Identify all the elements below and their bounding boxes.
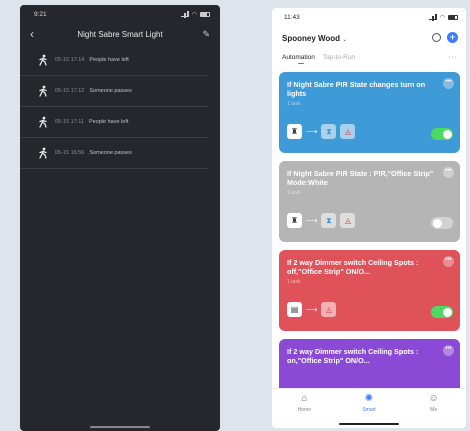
log-row: 05-15 17:11 People have left xyxy=(20,107,208,138)
signal-icon xyxy=(180,10,189,17)
nav-me[interactable]: ☺ Me xyxy=(414,393,454,413)
log-row: 05-15 17:12 Someone passes xyxy=(20,76,208,107)
log-event: Someone passes xyxy=(89,150,132,156)
status-time: 11:43 xyxy=(284,13,300,21)
log-row: 05-15 17:14 People have left xyxy=(20,45,208,76)
nav-bar: ‹ Night Sabre Smart Light ✎ xyxy=(20,23,220,45)
arrow-right-icon: ⟶ xyxy=(306,216,318,225)
scene-tabs: Automation Tap-to-Run ··· xyxy=(272,48,466,64)
automation-task-count: 1 task xyxy=(287,190,301,196)
switch-device-icon: ▤ xyxy=(287,302,302,317)
signal-icon xyxy=(428,13,437,20)
log-time: 05-15 17:12 xyxy=(55,88,85,94)
more-options-icon[interactable]: ••• xyxy=(443,345,454,356)
hourglass-icon: ⧗ xyxy=(321,213,337,228)
log-row: 05-15 16:56 Someone passes xyxy=(20,138,208,169)
log-time: 05-15 16:56 xyxy=(55,150,85,156)
automation-list: If Night Sabre PIR State changes turn on… xyxy=(272,64,466,420)
more-icon[interactable]: ··· xyxy=(448,54,458,61)
event-log-list: 05-15 17:14 People have left 05-15 17:12… xyxy=(20,45,220,169)
device-log-screen: 9:21 ◠ ‹ Night Sabre Smart Light ✎ 05-15… xyxy=(20,5,220,431)
home-indicator[interactable] xyxy=(90,426,150,428)
active-tab-indicator xyxy=(298,62,304,64)
status-bar: 11:43 ◠ xyxy=(272,8,466,26)
automation-screen: 11:43 ◠ Spooney Wood ⌄ + Automation Tap-t… xyxy=(272,8,466,428)
more-options-icon[interactable]: ••• xyxy=(443,78,454,89)
edit-icon[interactable]: ✎ xyxy=(196,29,210,40)
back-arrow-icon[interactable]: ‹ xyxy=(30,27,44,41)
nav-label: Me xyxy=(430,407,438,413)
gear-icon[interactable] xyxy=(432,32,441,42)
status-icons: ◠ xyxy=(428,13,458,21)
automation-title: If 2 way Dimmer switch Ceiling Spots : o… xyxy=(287,347,419,365)
light-device-icon: ◬ xyxy=(340,124,356,139)
home-indicator[interactable] xyxy=(339,423,399,425)
automation-flow: ♜ ⟶ ⧗ ◬ xyxy=(287,124,356,139)
automation-flow: ▤ ⟶ ◬ xyxy=(287,302,337,317)
nav-home[interactable]: ⌂ Home xyxy=(284,393,324,413)
person-walking-icon xyxy=(39,147,47,159)
status-icons: ◠ xyxy=(180,10,210,18)
automation-title: If Night Sabre PIR State : PIR,"Office S… xyxy=(287,169,434,187)
arrow-right-icon: ⟶ xyxy=(306,127,318,136)
hourglass-icon: ⧗ xyxy=(321,124,337,139)
home-name: Spooney Wood xyxy=(282,34,341,43)
wifi-icon: ◠ xyxy=(439,14,445,21)
add-button[interactable]: + xyxy=(447,31,458,43)
automation-flow: ♜ ⟶ ⧗ ◬ xyxy=(287,213,356,228)
person-walking-icon xyxy=(39,85,47,97)
automation-task-count: 1 task xyxy=(287,279,301,285)
home-icon: ⌂ xyxy=(301,393,308,404)
arrow-right-icon: ⟶ xyxy=(306,305,318,314)
automation-toggle[interactable] xyxy=(431,306,453,318)
more-options-icon[interactable]: ••• xyxy=(443,256,454,267)
log-time: 05-15 17:11 xyxy=(55,119,84,125)
bottom-navigation: ⌂ Home ✺ Smart ☺ Me xyxy=(272,388,466,428)
automation-card[interactable]: If 2 way Dimmer switch Ceiling Spots : o… xyxy=(279,250,460,331)
tab-tap-to-run[interactable]: Tap-to-Run xyxy=(323,54,355,64)
automation-task-count: 1 task xyxy=(287,101,301,107)
automation-card[interactable]: If Night Sabre PIR State : PIR,"Office S… xyxy=(279,161,460,242)
automation-toggle[interactable] xyxy=(431,128,453,140)
light-device-icon: ◬ xyxy=(321,302,337,317)
more-options-icon[interactable]: ••• xyxy=(443,167,454,178)
log-time: 05-15 17:14 xyxy=(55,57,85,63)
home-selector[interactable]: Spooney Wood ⌄ xyxy=(282,28,347,46)
person-walking-icon xyxy=(39,116,47,128)
battery-icon xyxy=(448,14,458,20)
automation-title: If Night Sabre PIR State changes turn on… xyxy=(287,80,426,98)
header: Spooney Wood ⌄ + xyxy=(272,26,466,48)
nav-label: Smart xyxy=(362,407,376,413)
nav-smart[interactable]: ✺ Smart xyxy=(349,393,389,413)
profile-icon: ☺ xyxy=(428,393,439,404)
light-device-icon: ◬ xyxy=(340,213,356,228)
smart-scene-icon: ✺ xyxy=(364,393,374,404)
status-bar: 9:21 ◠ xyxy=(20,5,220,23)
nav-label: Home xyxy=(297,407,311,413)
chevron-down-icon: ⌄ xyxy=(342,37,348,43)
person-walking-icon xyxy=(39,54,47,66)
automation-card[interactable]: If Night Sabre PIR State changes turn on… xyxy=(279,72,460,153)
automation-title: If 2 way Dimmer switch Ceiling Spots : o… xyxy=(287,258,419,276)
wifi-icon: ◠ xyxy=(191,11,197,18)
sensor-device-icon: ♜ xyxy=(287,124,302,139)
log-event: People have left xyxy=(88,119,129,125)
log-event: People have left xyxy=(89,57,129,63)
status-time: 9:21 xyxy=(34,10,47,18)
page-title: Night Sabre Smart Light xyxy=(77,29,163,39)
automation-toggle[interactable] xyxy=(431,217,453,229)
battery-icon xyxy=(200,11,210,17)
log-event: Someone passes xyxy=(89,88,132,94)
sensor-device-icon: ♜ xyxy=(287,213,302,228)
